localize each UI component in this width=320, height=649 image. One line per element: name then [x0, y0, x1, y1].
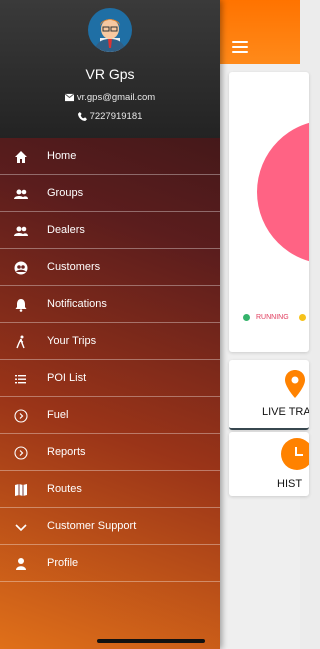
running-legend-dot	[243, 314, 250, 321]
menu-item-customers[interactable]: Customers	[0, 249, 220, 286]
status-chart-card: RUNNING	[229, 72, 309, 352]
menu-item-notifications[interactable]: Notifications	[0, 286, 220, 323]
user-email: vr.gps@gmail.com	[76, 92, 156, 103]
legend-running-label: RUNNING	[256, 314, 289, 321]
navigation-drawer: VR Gps vr.gps@gmail.com 7227919181 Home …	[0, 0, 220, 649]
map-icon	[15, 484, 27, 496]
clock-icon	[281, 438, 309, 470]
menu-item-your-trips[interactable]: Your Trips	[0, 323, 220, 360]
idle-legend-dot	[298, 314, 306, 321]
dealers-icon	[14, 226, 28, 236]
menu-label: Dealers	[47, 224, 85, 236]
location-pin-icon	[285, 370, 305, 398]
menu-item-routes[interactable]: Routes	[0, 471, 220, 508]
chart-legend: RUNNING	[243, 314, 309, 321]
user-phone-row: 7227919181	[0, 111, 220, 122]
live-tracking-label: LIVE TRA	[262, 406, 309, 418]
menu-item-customer-support[interactable]: Customer Support	[0, 508, 220, 545]
menu-label: POI List	[47, 372, 87, 384]
menu-label: Home	[47, 150, 77, 162]
menu-label: Groups	[47, 187, 84, 199]
history-label: HIST	[277, 478, 303, 490]
avatar	[88, 8, 132, 52]
menu-item-profile[interactable]: Profile	[0, 545, 220, 582]
groups-icon	[14, 189, 28, 199]
history-tile[interactable]: HIST	[229, 432, 309, 496]
menu-label: Routes	[47, 483, 82, 495]
drawer-menu: Home Groups Dealers Customers Notificati…	[0, 138, 220, 582]
menu-label: Your Trips	[47, 335, 97, 347]
status-pie-chart	[257, 122, 309, 262]
app-header	[220, 0, 300, 64]
menu-label: Reports	[47, 446, 86, 458]
live-tracking-tile[interactable]: LIVE TRA	[229, 360, 309, 430]
menu-label: Customers	[47, 261, 101, 273]
menu-item-fuel[interactable]: Fuel	[0, 397, 220, 434]
menu-item-poi-list[interactable]: POI List	[0, 360, 220, 397]
phone-icon	[77, 112, 87, 121]
menu-item-groups[interactable]: Groups	[0, 175, 220, 212]
envelope-icon	[64, 93, 74, 102]
menu-label: Fuel	[47, 409, 69, 421]
menu-label: Notifications	[47, 298, 107, 310]
menu-label: Customer Support	[47, 520, 137, 532]
walking-person-icon	[16, 335, 25, 349]
user-phone: 7227919181	[89, 111, 143, 122]
chevron-circle-icon	[14, 409, 28, 423]
drawer-header: VR Gps vr.gps@gmail.com 7227919181	[0, 0, 220, 138]
menu-item-dealers[interactable]: Dealers	[0, 212, 220, 249]
list-icon	[15, 375, 26, 384]
menu-item-reports[interactable]: Reports	[0, 434, 220, 471]
person-icon	[16, 558, 26, 570]
chevron-down-icon	[15, 524, 27, 532]
bell-icon	[15, 299, 27, 312]
menu-label: Profile	[47, 557, 79, 569]
chevron-circle-icon	[14, 446, 28, 460]
user-email-row: vr.gps@gmail.com	[0, 92, 220, 103]
menu-icon[interactable]	[232, 41, 248, 53]
customers-icon	[14, 261, 28, 275]
home-indicator	[97, 639, 205, 643]
pie-slice-running	[257, 122, 309, 262]
home-icon	[15, 151, 27, 163]
menu-item-home[interactable]: Home	[0, 138, 220, 175]
user-name: VR Gps	[85, 66, 135, 82]
